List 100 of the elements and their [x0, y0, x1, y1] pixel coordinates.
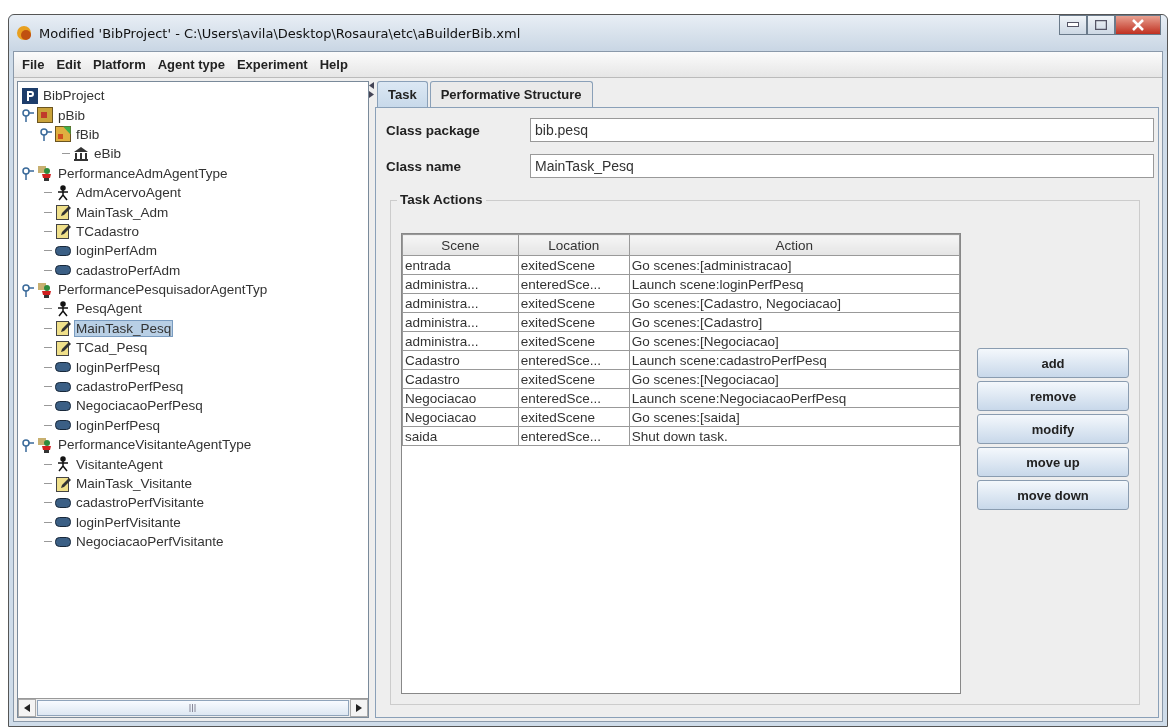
table-cell: Go scenes:[Negociacao]	[629, 331, 960, 351]
tree-item[interactable]: MainTask_Adm	[74, 204, 171, 220]
tree-item[interactable]: AdmAcervoAgent	[74, 185, 184, 201]
tree-item[interactable]: fBib	[74, 126, 102, 142]
agent-type-icon	[37, 436, 53, 453]
tree-item[interactable]: loginPerfPesq	[74, 417, 163, 433]
table-cell: exitedScene	[518, 255, 630, 275]
window-title: Modified 'BibProject' - C:\Users\avila\Desktop\Rosaura\etc\aBuilderBib.xml	[39, 25, 522, 41]
tree-item[interactable]: cadastroPerfAdm	[74, 262, 183, 278]
agent-type-icon	[37, 165, 53, 182]
table-cell: exitedScene	[518, 407, 630, 427]
tree-item[interactable]: eBib	[92, 146, 124, 162]
tree-item[interactable]: loginPerfVisitante	[74, 514, 183, 530]
field-label: Class package	[386, 122, 481, 138]
close-button[interactable]	[1115, 15, 1161, 35]
tab[interactable]: Task	[377, 81, 428, 107]
table-cell: Cadastro	[402, 350, 519, 370]
stick-figure-icon	[55, 301, 71, 317]
table-cell: enteredSce...	[518, 426, 630, 446]
table-cell: Launch scene:NegociacaoPerfPesq	[629, 388, 960, 408]
table-cell: Launch scene:loginPerfPesq	[629, 274, 960, 294]
table-cell: Go scenes:[Negociacao]	[629, 369, 960, 389]
menu-item[interactable]: Edit	[50, 55, 87, 74]
table-cell: entrada	[402, 255, 519, 275]
scroll-right-icon[interactable]	[355, 704, 362, 712]
horizontal-scrollbar[interactable]	[18, 698, 368, 717]
column-header[interactable]: Action	[629, 234, 960, 256]
table-cell: Go scenes:[administracao]	[629, 255, 960, 275]
tree-item[interactable]: loginPerfAdm	[74, 243, 160, 259]
grip-icon	[189, 704, 197, 712]
action-button[interactable]: move down	[977, 480, 1129, 510]
tree-item[interactable]: cadastroPerfVisitante	[74, 495, 207, 511]
action-button[interactable]: move up	[977, 447, 1129, 477]
tree-item[interactable]: pBib	[56, 107, 88, 123]
input-field[interactable]: MainTask_Pesq	[530, 154, 1154, 178]
tree-item[interactable]: PerformanceAdmAgentType	[56, 165, 230, 181]
tab[interactable]: Performative Structure	[429, 81, 593, 107]
federation-icon	[55, 126, 71, 143]
tree-item[interactable]: PerformancePesquisadorAgentTyp	[56, 282, 270, 298]
tree-toggle-icon[interactable]	[22, 282, 34, 297]
table-cell: administra...	[402, 331, 519, 351]
agent-type-icon	[37, 281, 53, 298]
tree-item[interactable]: loginPerfPesq	[74, 359, 163, 375]
table-cell: exitedScene	[518, 293, 630, 313]
action-button[interactable]: remove	[977, 381, 1129, 411]
stick-figure-icon	[55, 456, 71, 473]
group-title: Task Actions	[397, 192, 486, 207]
table-cell: Negociacao	[402, 407, 519, 427]
task-note-icon	[55, 320, 71, 337]
menu-item[interactable]: Agent type	[151, 55, 231, 74]
maximize-icon	[1095, 20, 1107, 30]
tree-item[interactable]: TCad_Pesq	[74, 340, 150, 356]
field-label: Class name	[386, 158, 463, 174]
table-cell: administra...	[402, 312, 519, 332]
minimize-button[interactable]	[1059, 15, 1087, 35]
tree-item[interactable]: VisitanteAgent	[74, 456, 165, 472]
close-icon	[1132, 19, 1144, 31]
tree-toggle-icon[interactable]	[22, 166, 34, 181]
task-note-icon	[55, 204, 71, 221]
table-cell: Cadastro	[402, 369, 519, 389]
tree-item[interactable]: TCadastro	[74, 223, 142, 239]
tree-item[interactable]: PesqAgent	[74, 301, 145, 317]
task-note-icon	[55, 223, 71, 240]
table-cell: Negociacao	[402, 388, 519, 408]
minimize-icon	[1067, 22, 1079, 28]
menu-item[interactable]: Platform	[86, 55, 152, 74]
tree-item[interactable]: BibProject	[41, 88, 107, 104]
task-note-icon	[55, 475, 71, 492]
table-cell: saida	[402, 426, 519, 446]
tree-toggle-icon[interactable]	[22, 108, 34, 123]
menu-item[interactable]: Experiment	[230, 55, 314, 74]
menu-item[interactable]: Help	[313, 55, 354, 74]
table-cell: enteredSce...	[518, 274, 630, 294]
app-icon	[15, 24, 33, 42]
action-button[interactable]: modify	[977, 414, 1129, 444]
maximize-button[interactable]	[1087, 15, 1115, 35]
table-cell: exitedScene	[518, 369, 630, 389]
menu-item[interactable]: File	[16, 55, 51, 74]
action-button[interactable]: add	[977, 348, 1129, 378]
table-cell: Shut down task.	[629, 426, 960, 446]
table-cell: Go scenes:[Cadastro]	[629, 312, 960, 332]
tree-item[interactable]: MainTask_Visitante	[74, 476, 195, 491]
scroll-left-icon[interactable]	[24, 704, 30, 712]
table-cell: exitedScene	[518, 331, 630, 351]
tree-item[interactable]: NegociacaoPerfPesq	[74, 398, 205, 414]
table-cell: administra...	[402, 293, 519, 313]
table-cell: exitedScene	[518, 312, 630, 332]
project-icon	[22, 87, 38, 104]
tree-item[interactable]: MainTask_Pesq	[74, 319, 174, 337]
stick-figure-icon	[55, 184, 71, 201]
platform-icon	[37, 107, 53, 124]
tree-item[interactable]: NegociacaoPerfVisitante	[74, 534, 226, 550]
tree-item[interactable]: PerformanceVisitanteAgentType	[56, 437, 254, 453]
column-header[interactable]: Scene	[402, 234, 519, 256]
tree-toggle-icon[interactable]	[22, 437, 34, 452]
tree-item[interactable]: cadastroPerfPesq	[74, 379, 186, 395]
table-cell: Go scenes:[Cadastro, Negociacao]	[629, 293, 960, 313]
tree-toggle-icon[interactable]	[40, 127, 52, 142]
input-field[interactable]: bib.pesq	[530, 118, 1154, 142]
column-header[interactable]: Location	[518, 234, 630, 256]
